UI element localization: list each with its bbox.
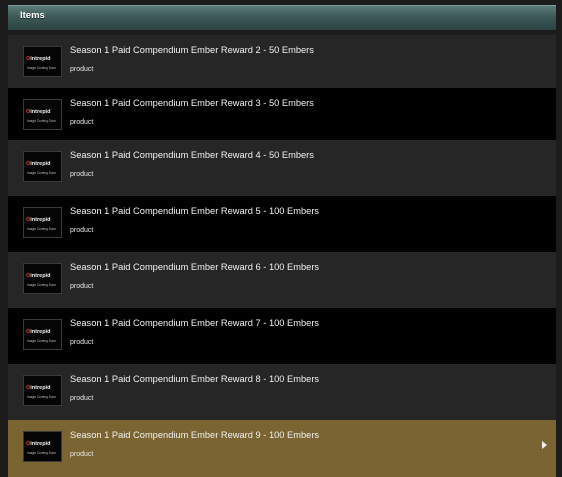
item-type: product xyxy=(70,119,94,126)
thumbnail-placeholder-text: Image Coming Soon xyxy=(27,339,57,343)
product-thumbnail: ʘintrepid Image Coming Soon xyxy=(23,319,62,350)
thumbnail-placeholder-text: Image Coming Soon xyxy=(27,119,57,123)
brand-logo: ʘintrepid xyxy=(26,161,51,167)
list-item[interactable]: ʘintrepid Image Coming Soon Season 1 Pai… xyxy=(8,35,556,88)
item-type: product xyxy=(70,451,94,458)
item-title: Season 1 Paid Compendium Ember Reward 4 … xyxy=(70,150,314,160)
item-title: Season 1 Paid Compendium Ember Reward 7 … xyxy=(70,318,320,328)
brand-logo: ʘintrepid xyxy=(26,441,51,447)
thumbnail-placeholder-text: Image Coming Soon xyxy=(27,283,57,287)
item-title: Season 1 Paid Compendium Ember Reward 2 … xyxy=(70,45,314,55)
item-type: product xyxy=(70,66,94,73)
list-item[interactable]: ʘintrepid Image Coming Soon Season 1 Pai… xyxy=(8,140,556,196)
brand-logo: ʘintrepid xyxy=(26,329,51,335)
item-type: product xyxy=(70,283,94,290)
items-header: Items xyxy=(8,5,556,30)
item-type: product xyxy=(70,227,94,234)
product-thumbnail: ʘintrepid Image Coming Soon xyxy=(23,99,62,130)
list-item-selected[interactable]: ʘintrepid Image Coming Soon Season 1 Pai… xyxy=(8,420,556,477)
brand-logo: ʘintrepid xyxy=(26,385,51,391)
brand-logo: ʘintrepid xyxy=(26,273,51,279)
product-thumbnail: ʘintrepid Image Coming Soon xyxy=(23,431,62,462)
item-title: Season 1 Paid Compendium Ember Reward 8 … xyxy=(70,374,320,384)
item-type: product xyxy=(70,395,94,402)
product-thumbnail: ʘintrepid Image Coming Soon xyxy=(23,207,62,238)
list-item[interactable]: ʘintrepid Image Coming Soon Season 1 Pai… xyxy=(8,196,556,252)
thumbnail-placeholder-text: Image Coming Soon xyxy=(27,451,57,455)
item-title: Season 1 Paid Compendium Ember Reward 3 … xyxy=(70,98,314,108)
thumbnail-placeholder-text: Image Coming Soon xyxy=(27,227,57,231)
list-item[interactable]: ʘintrepid Image Coming Soon Season 1 Pai… xyxy=(8,252,556,308)
product-thumbnail: ʘintrepid Image Coming Soon xyxy=(23,46,62,77)
thumbnail-placeholder-text: Image Coming Soon xyxy=(27,66,57,70)
product-thumbnail: ʘintrepid Image Coming Soon xyxy=(23,151,62,182)
product-thumbnail: ʘintrepid Image Coming Soon xyxy=(23,375,62,406)
brand-logo: ʘintrepid xyxy=(26,109,51,115)
header-title: Items xyxy=(20,10,45,21)
brand-logo: ʘintrepid xyxy=(26,56,51,62)
item-title: Season 1 Paid Compendium Ember Reward 5 … xyxy=(70,206,320,216)
list-item[interactable]: ʘintrepid Image Coming Soon Season 1 Pai… xyxy=(8,308,556,364)
product-thumbnail: ʘintrepid Image Coming Soon xyxy=(23,263,62,294)
item-title: Season 1 Paid Compendium Ember Reward 6 … xyxy=(70,262,320,272)
items-panel: Items ʘintrepid Image Coming Soon Season… xyxy=(0,0,562,477)
item-title: Season 1 Paid Compendium Ember Reward 9 … xyxy=(70,430,320,440)
brand-logo: ʘintrepid xyxy=(26,217,51,223)
item-type: product xyxy=(70,339,94,346)
chevron-right-icon[interactable] xyxy=(542,441,547,449)
list-item[interactable]: ʘintrepid Image Coming Soon Season 1 Pai… xyxy=(8,364,556,420)
list-item[interactable]: ʘintrepid Image Coming Soon Season 1 Pai… xyxy=(8,88,556,140)
item-type: product xyxy=(70,171,94,178)
thumbnail-placeholder-text: Image Coming Soon xyxy=(27,171,57,175)
thumbnail-placeholder-text: Image Coming Soon xyxy=(27,395,57,399)
